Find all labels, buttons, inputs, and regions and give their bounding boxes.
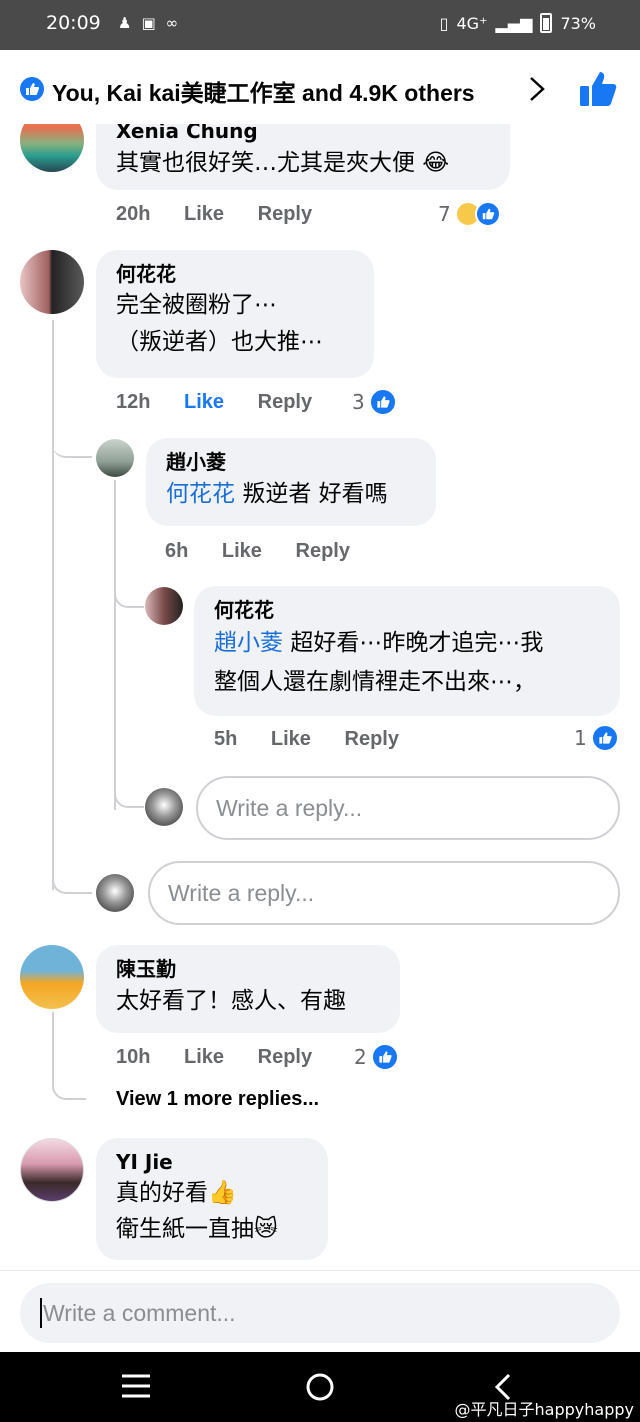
comment-author[interactable]: 趙小菱 xyxy=(166,449,416,475)
avatar[interactable] xyxy=(96,439,134,477)
thread-line xyxy=(52,320,54,890)
battery-percent: 73% xyxy=(560,13,596,33)
reactions-header[interactable]: You, Kai kai美睫工作室 and 4.9K others xyxy=(0,50,640,124)
thread-connector xyxy=(114,578,144,608)
comment-time: 20h xyxy=(116,203,151,225)
comment-text: 完全被圈粉了⋯ xyxy=(116,292,277,318)
comment-actions: 12h Like Reply xyxy=(116,391,312,414)
reply-button[interactable]: Reply xyxy=(258,1046,312,1069)
vibrate-icon: ▯ xyxy=(439,13,449,33)
like-button[interactable]: Like xyxy=(271,728,311,751)
comment-time: 5h xyxy=(214,728,238,750)
comment-actions: 5h Like Reply xyxy=(214,728,399,751)
like-reaction-icon xyxy=(370,1043,399,1071)
thread-line xyxy=(52,1012,54,1072)
reaction-count[interactable]: 1 xyxy=(574,724,619,752)
comment-author[interactable]: YI Jie xyxy=(116,1149,308,1175)
avatar[interactable] xyxy=(20,250,84,314)
like-button[interactable]: Like xyxy=(222,540,262,563)
status-bar: 20:09 ♟ ▣ ∞ ▯ 4G⁺ ▂▄▆ 73% xyxy=(0,0,640,50)
comment-text: （叛逆者）也大推⋯ xyxy=(116,329,323,355)
watermark: @平凡日子happyhappy xyxy=(454,1400,634,1419)
like-post-button[interactable] xyxy=(578,70,618,112)
thread-connector xyxy=(114,778,144,808)
comment-bubble[interactable]: 何花花 完全被圈粉了⋯ （叛逆者）也大推⋯ xyxy=(96,250,374,378)
thread-connector xyxy=(52,860,92,894)
reaction-count-number: 7 xyxy=(438,202,451,226)
reply-button[interactable]: Reply xyxy=(345,728,399,751)
comment-bubble[interactable]: YI Jie 真的好看👍 衛生紙一直抽😿 xyxy=(96,1138,328,1260)
comment-input[interactable]: Write a comment... xyxy=(20,1283,620,1343)
comment-text: 其實也很好笑…尤其是夾大便 😂 xyxy=(116,150,450,176)
comment-bubble[interactable]: 趙小菱 何花花 叛逆者 好看嗎 xyxy=(146,438,436,526)
comment-author[interactable]: 何花花 xyxy=(116,261,354,287)
avatar[interactable] xyxy=(145,587,183,625)
like-button[interactable]: Like xyxy=(184,1046,224,1069)
view-more-replies-link[interactable]: View 1 more replies... xyxy=(116,1088,319,1111)
comment-text: 太好看了！感人、有趣 xyxy=(116,988,346,1014)
like-button[interactable]: Like xyxy=(184,203,224,226)
reply-button[interactable]: Reply xyxy=(258,203,312,226)
comment-actions: 10h Like Reply xyxy=(116,1046,312,1069)
signal-icon: ▂▄▆ xyxy=(495,13,533,33)
comment-author[interactable]: 何花花 xyxy=(214,597,600,623)
mention-link[interactable]: 何花花 xyxy=(166,481,235,507)
thread-line xyxy=(114,480,116,810)
comment-time: 10h xyxy=(116,1046,151,1068)
reaction-count-number: 3 xyxy=(352,390,365,414)
comment-placeholder: Write a comment... xyxy=(43,1299,236,1326)
reaction-count-number: 1 xyxy=(574,726,587,750)
thread-connector xyxy=(52,1070,86,1100)
reaction-count[interactable]: 7 xyxy=(438,201,501,227)
person-icon: ♟ xyxy=(118,14,132,32)
recent-apps-icon[interactable] xyxy=(120,1372,152,1404)
clock: 20:09 xyxy=(46,12,101,34)
battery-icon xyxy=(540,13,553,33)
comments-sheet: You, Kai kai美睫工作室 and 4.9K others Xenia … xyxy=(0,50,640,1352)
text-caret xyxy=(40,1298,42,1328)
comment-bubble[interactable]: 陳玉勤 太好看了！感人、有趣 xyxy=(96,945,400,1033)
comment-bubble[interactable]: 何花花 趙小菱 超好看⋯昨晚才追完⋯我 整個人還在劇情裡走不出來⋯， xyxy=(194,586,620,716)
reaction-count[interactable]: 2 xyxy=(354,1043,399,1071)
avatar[interactable] xyxy=(20,1138,84,1202)
comment-text: 衛生紙一直抽😿 xyxy=(116,1216,278,1242)
comment-time: 12h xyxy=(116,391,151,413)
chevron-right-icon[interactable] xyxy=(526,75,548,107)
like-reaction-icon xyxy=(590,724,619,752)
like-button[interactable]: Like xyxy=(184,391,224,414)
comment-author[interactable]: 陳玉勤 xyxy=(116,956,380,982)
comment-text: 真的好看👍 xyxy=(116,1180,237,1206)
thread-connector xyxy=(52,426,92,458)
like-reaction-icon xyxy=(474,201,501,227)
reply-button[interactable]: Reply xyxy=(296,540,350,563)
reaction-count-number: 2 xyxy=(354,1045,367,1069)
current-user-avatar xyxy=(96,874,134,912)
comment-actions: 6h Like Reply xyxy=(165,540,350,563)
reaction-count[interactable]: 3 xyxy=(352,388,397,416)
comment-composer: Write a comment... xyxy=(0,1270,640,1352)
current-user-avatar xyxy=(145,788,183,826)
link-icon: ∞ xyxy=(165,14,179,32)
reply-input[interactable]: Write a reply... xyxy=(148,861,620,925)
avatar[interactable] xyxy=(20,945,84,1009)
like-reaction-icon xyxy=(18,75,46,103)
comment-text: 整個人還在劇情裡走不出來⋯， xyxy=(214,669,536,695)
reply-button[interactable]: Reply xyxy=(258,391,312,414)
reply-input[interactable]: Write a reply... xyxy=(196,776,620,840)
comment-actions: 20h Like Reply xyxy=(116,203,312,226)
like-reaction-icon xyxy=(368,388,397,416)
app-notification-icon: ▣ xyxy=(141,14,156,32)
comment-text: 趙小菱 超好看⋯昨晚才追完⋯我 xyxy=(214,630,544,656)
comment-time: 6h xyxy=(165,540,189,562)
mention-link[interactable]: 趙小菱 xyxy=(214,630,283,656)
comment-text: 何花花 叛逆者 好看嗎 xyxy=(166,481,388,507)
reactions-summary[interactable]: You, Kai kai美睫工作室 and 4.9K others xyxy=(52,74,475,108)
network-label: 4G⁺ xyxy=(456,13,488,33)
home-icon[interactable] xyxy=(305,1372,335,1406)
